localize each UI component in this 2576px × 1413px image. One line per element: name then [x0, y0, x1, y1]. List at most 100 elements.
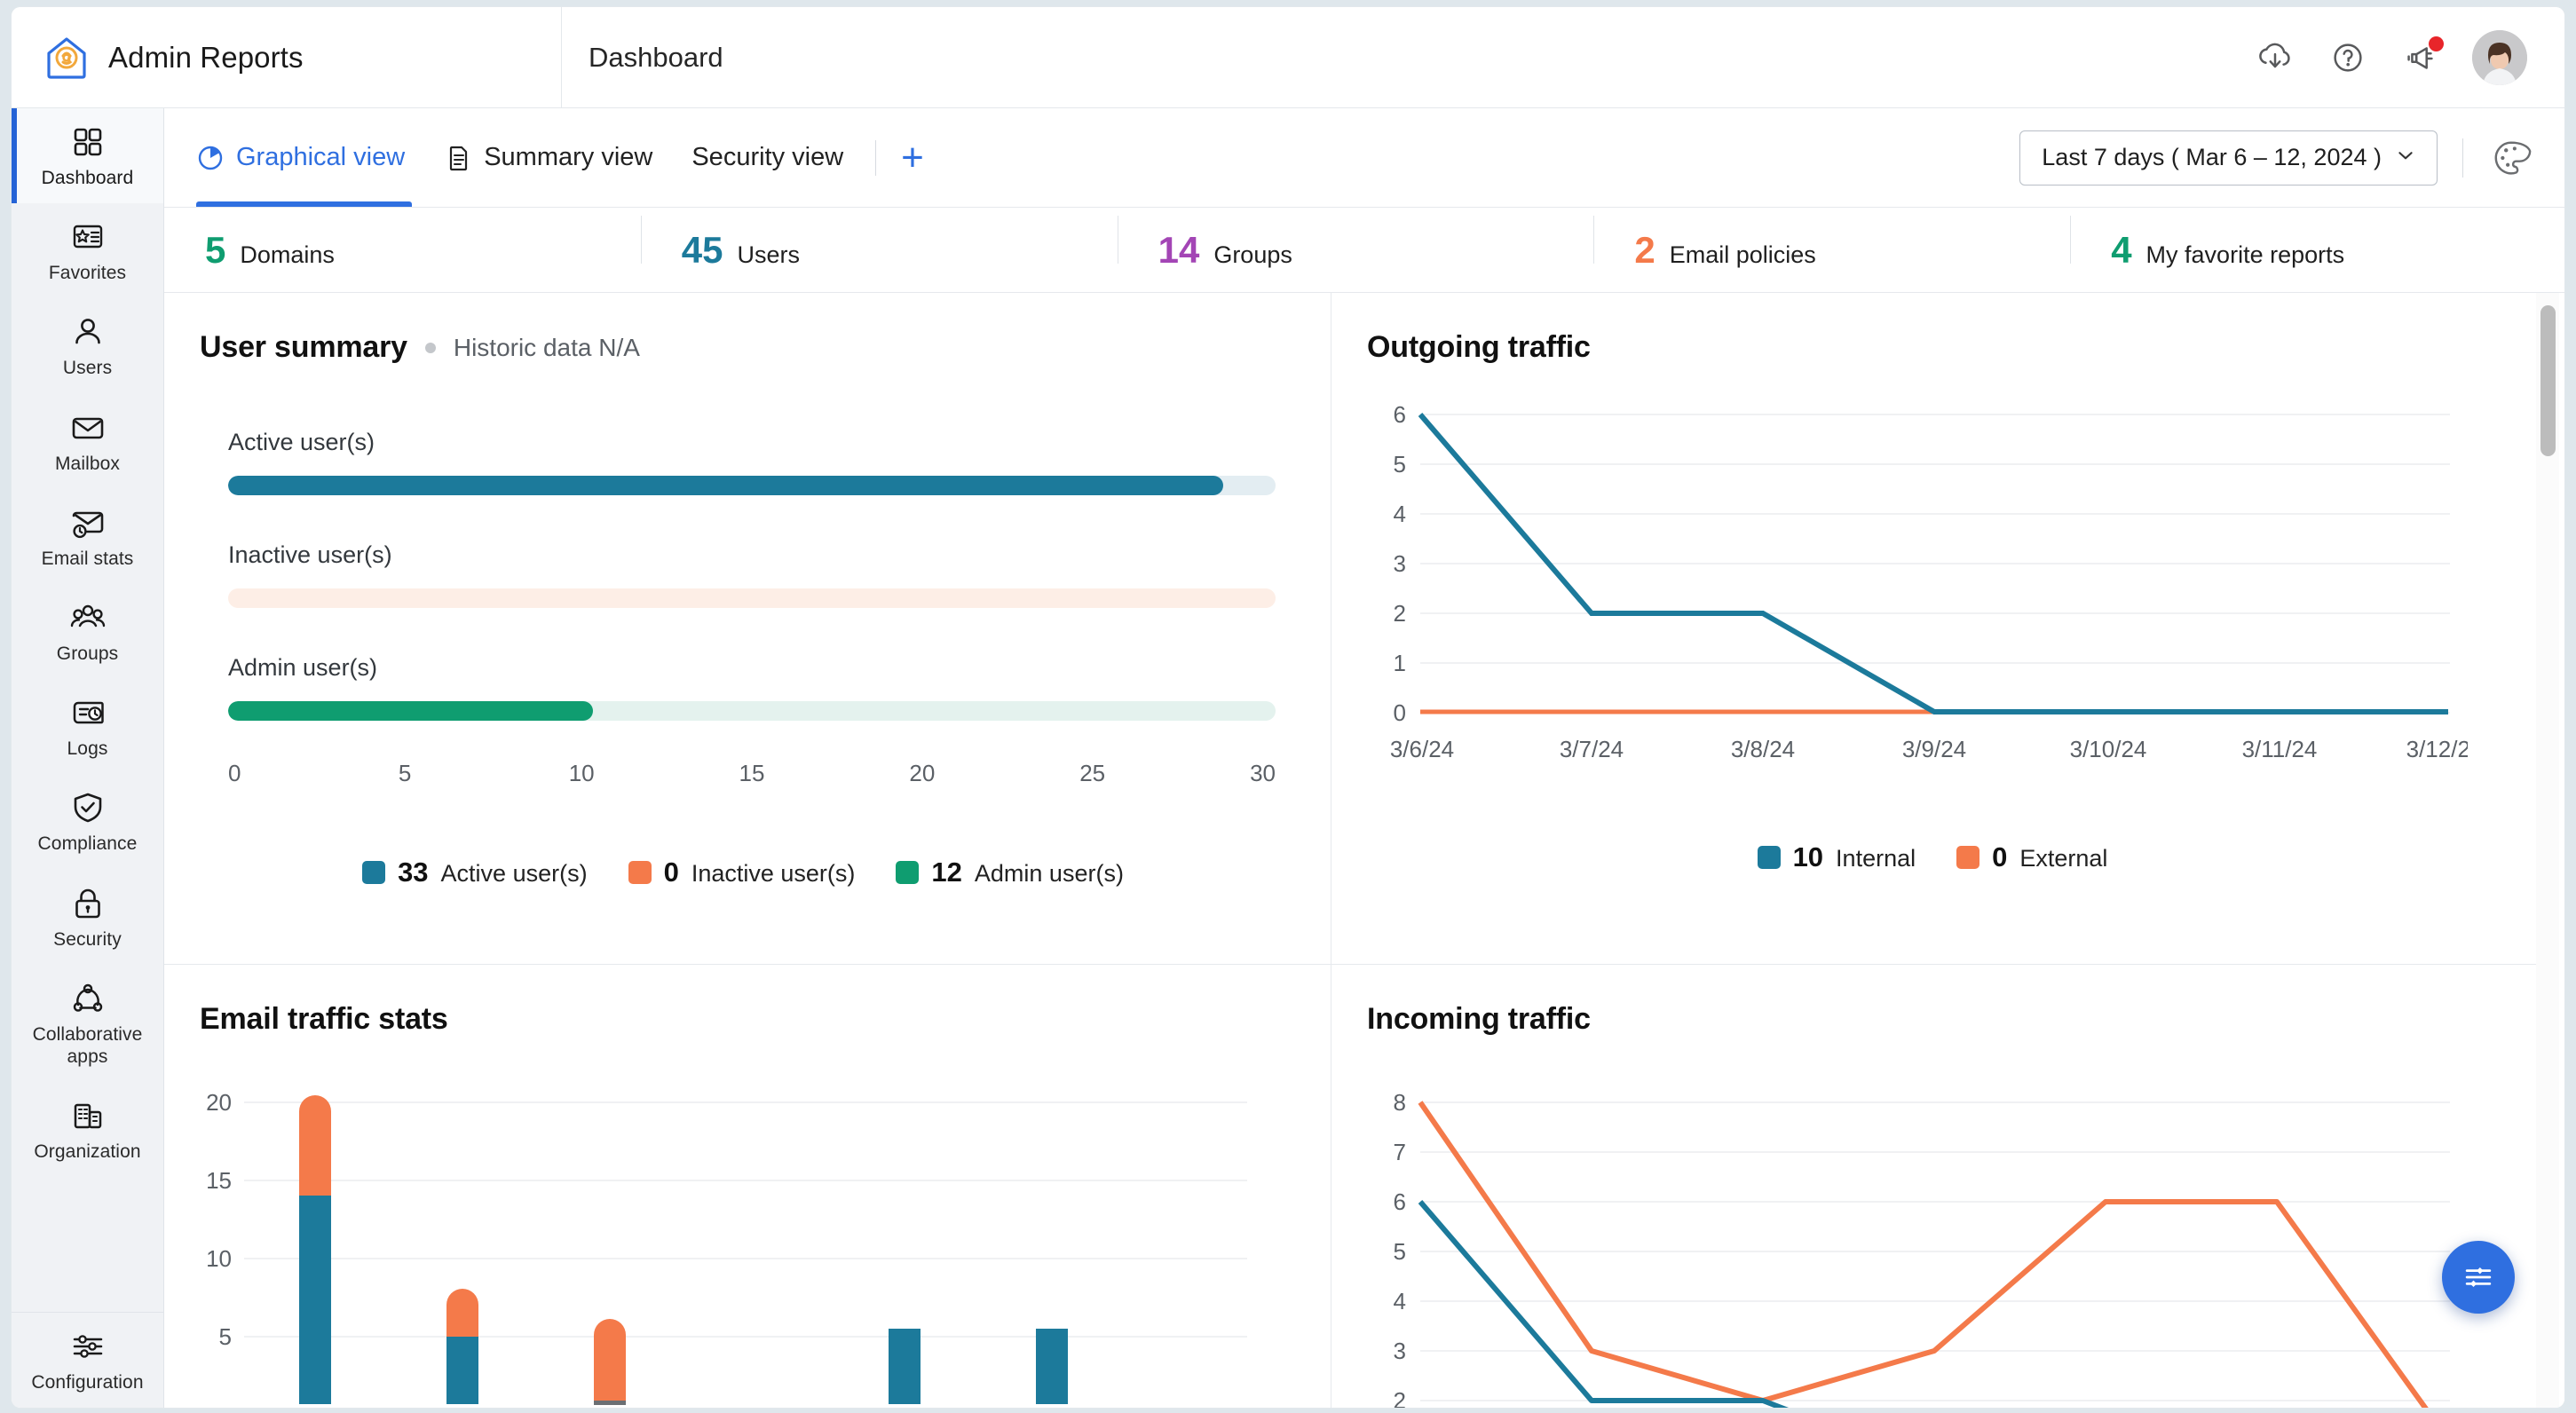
axis-tick: 25: [1079, 760, 1106, 786]
svg-text:6: 6: [1394, 401, 1406, 428]
bar-admin-users[interactable]: Admin user(s): [228, 654, 1286, 721]
stat-label: Groups: [1213, 241, 1292, 268]
stat-users[interactable]: 45 Users: [640, 215, 1118, 269]
app-window: Admin Reports Dashboard Dashboard Favori…: [12, 7, 2564, 1408]
sidebar-item-users[interactable]: Users: [12, 298, 163, 393]
email-stats-icon: [69, 504, 107, 541]
sliders-icon: [69, 1328, 107, 1365]
panel-title: Email traffic stats: [200, 1002, 448, 1036]
axis-tick: 10: [568, 760, 595, 786]
customize-dashboard-button[interactable]: [2442, 1241, 2515, 1314]
stat-label: Domains: [240, 241, 335, 268]
sidebar-item-mailbox[interactable]: Mailbox: [12, 394, 163, 489]
user-icon: [69, 313, 107, 351]
incoming-traffic-chart[interactable]: 8 7 6 5 4 3 2: [1367, 1067, 2498, 1408]
axis-tick: 15: [739, 760, 765, 786]
stat-groups[interactable]: 14 Groups: [1117, 215, 1594, 269]
legend-swatch: [1956, 846, 1980, 869]
vertical-scrollbar[interactable]: [2536, 293, 2559, 1408]
sidebar-item-groups[interactable]: Groups: [12, 584, 163, 679]
date-range-selector[interactable]: Last 7 days ( Mar 6 – 12, 2024 ): [2019, 130, 2438, 186]
announcement-icon[interactable]: [2399, 36, 2444, 79]
panel-header: Email traffic stats: [200, 1002, 1286, 1037]
bar-label: Admin user(s): [228, 654, 378, 681]
legend-item[interactable]: 33 Active user(s): [362, 856, 588, 888]
bar-label: Inactive user(s): [228, 541, 392, 568]
sidebar-item-email-stats[interactable]: Email stats: [12, 489, 163, 584]
svg-text:3: 3: [1394, 550, 1406, 577]
tab-graphical-view[interactable]: Graphical view: [196, 108, 424, 207]
tab-label: Graphical view: [236, 143, 406, 171]
legend-item[interactable]: 12 Admin user(s): [896, 856, 1124, 888]
favorites-icon: [69, 218, 107, 256]
tab-label: Security view: [691, 143, 844, 171]
dashboard-icon: [69, 123, 107, 161]
stat-label: Email policies: [1669, 241, 1816, 268]
sidebar-item-label: Compliance: [37, 833, 138, 855]
logs-icon: [69, 694, 107, 731]
svg-text:0: 0: [1394, 699, 1406, 726]
legend-label: External: [2019, 845, 2108, 872]
stat-label: My favorite reports: [2145, 241, 2345, 268]
shield-check-icon: [69, 789, 107, 826]
page-title: Dashboard: [589, 41, 723, 73]
brand-area[interactable]: Admin Reports: [12, 7, 562, 107]
legend-label: Internal: [1836, 845, 1916, 872]
legend-item[interactable]: 0 External: [1956, 841, 2107, 873]
svg-text:5: 5: [1394, 1238, 1406, 1265]
panel-user-summary: User summary Historic data N/A Active us…: [164, 293, 1331, 965]
user-summary-bars: Active user(s) Inactive user(s) Admin us…: [200, 429, 1286, 721]
stat-value: 2: [1634, 228, 1655, 271]
sidebar-item-favorites[interactable]: Favorites: [12, 203, 163, 298]
sidebar-item-security[interactable]: Security: [12, 870, 163, 965]
legend-item[interactable]: 0 Inactive user(s): [628, 856, 855, 888]
bar-inactive-users[interactable]: Inactive user(s): [228, 541, 1286, 608]
panel-subtitle: Historic data N/A: [453, 333, 640, 361]
legend-swatch: [896, 861, 920, 884]
svg-text:3/7/24: 3/7/24: [1560, 736, 1624, 762]
stat-domains[interactable]: 5 Domains: [164, 231, 641, 269]
dashboard-panels: User summary Historic data N/A Active us…: [164, 293, 2564, 1408]
svg-text:3/11/24: 3/11/24: [2242, 736, 2318, 762]
theme-palette-icon[interactable]: [2488, 135, 2534, 181]
sidebar-item-organization[interactable]: Organization: [12, 1082, 163, 1177]
scrollbar-thumb[interactable]: [2540, 305, 2556, 456]
bar-active-users[interactable]: Active user(s): [228, 429, 1286, 495]
tab-summary-view[interactable]: Summary view: [424, 108, 672, 207]
groups-icon: [69, 599, 107, 636]
svg-text:20: 20: [206, 1089, 232, 1116]
date-range-value: Last 7 days ( Mar 6 – 12, 2024 ): [2042, 144, 2382, 170]
email-traffic-stats-chart[interactable]: 20 15 10 5: [200, 1067, 1286, 1408]
bar-fill-admin: [228, 701, 593, 721]
outgoing-traffic-chart[interactable]: 6 5 4 3 2 1 0 3/6/24 3/7/24 3/8/24 3/9/2…: [1367, 395, 2498, 817]
stat-email-policies[interactable]: 2 Email policies: [1593, 215, 2070, 271]
sidebar: Dashboard Favorites Users Mailbox Email …: [12, 108, 164, 1408]
legend-swatch: [362, 861, 386, 884]
sidebar-item-label: Email stats: [41, 548, 134, 569]
tab-label: Summary view: [484, 143, 653, 171]
legend-value: 10: [1792, 841, 1824, 872]
svg-text:2: 2: [1394, 1387, 1406, 1408]
axis-tick: 30: [1250, 760, 1276, 786]
svg-text:4: 4: [1394, 1288, 1406, 1314]
help-icon[interactable]: [2327, 36, 2369, 79]
sidebar-item-configuration[interactable]: Configuration: [12, 1311, 163, 1408]
chevron-down-icon: [2396, 144, 2415, 171]
panel-email-traffic-stats: Email traffic stats 20 15 10 5: [164, 965, 1331, 1408]
axis-tick: 5: [398, 760, 412, 786]
tab-security-view[interactable]: Security view: [672, 108, 863, 207]
sidebar-item-logs[interactable]: Logs: [12, 679, 163, 774]
lock-icon: [69, 885, 107, 922]
legend-swatch: [628, 861, 652, 884]
stat-my-favorite-reports[interactable]: 4 My favorite reports: [2070, 215, 2547, 269]
sidebar-item-collaborative-apps[interactable]: Collaborative apps: [12, 965, 163, 1082]
sidebar-item-compliance[interactable]: Compliance: [12, 774, 163, 869]
avatar[interactable]: [2472, 29, 2527, 85]
bar-label: Active user(s): [228, 429, 375, 455]
svg-text:3/9/24: 3/9/24: [1902, 736, 1966, 762]
sidebar-item-dashboard[interactable]: Dashboard: [12, 108, 163, 204]
cloud-download-icon[interactable]: [2254, 36, 2296, 79]
add-tab-button[interactable]: +: [892, 138, 933, 178]
legend-item[interactable]: 10 Internal: [1757, 841, 1916, 873]
sidebar-item-label: Configuration: [31, 1371, 144, 1393]
